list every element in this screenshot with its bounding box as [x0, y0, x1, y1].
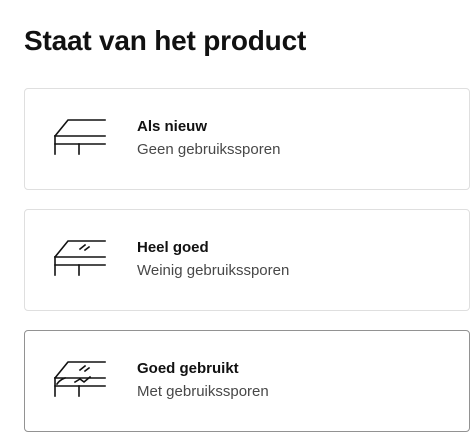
condition-option-as-new[interactable]: Als nieuw Geen gebruikssporen — [24, 88, 470, 190]
option-subtitle: Geen gebruikssporen — [137, 141, 281, 158]
condition-options: Als nieuw Geen gebruikssporen Heel goed … — [24, 88, 470, 439]
table-scratch-heavy-icon — [49, 356, 109, 406]
condition-option-very-good[interactable]: Heel goed Weinig gebruikssporen — [24, 209, 470, 311]
page-title: Staat van het product — [24, 25, 307, 56]
option-title: Goed gebruikt — [137, 360, 239, 377]
option-title: Als nieuw — [137, 118, 208, 135]
table-scratch-light-icon — [49, 235, 109, 285]
option-subtitle: Met gebruikssporen — [137, 383, 269, 400]
option-subtitle: Weinig gebruikssporen — [137, 262, 290, 279]
condition-option-well-used[interactable]: Goed gebruikt Met gebruikssporen — [24, 330, 470, 432]
table-new-icon — [49, 114, 109, 164]
option-title: Heel goed — [137, 239, 209, 256]
